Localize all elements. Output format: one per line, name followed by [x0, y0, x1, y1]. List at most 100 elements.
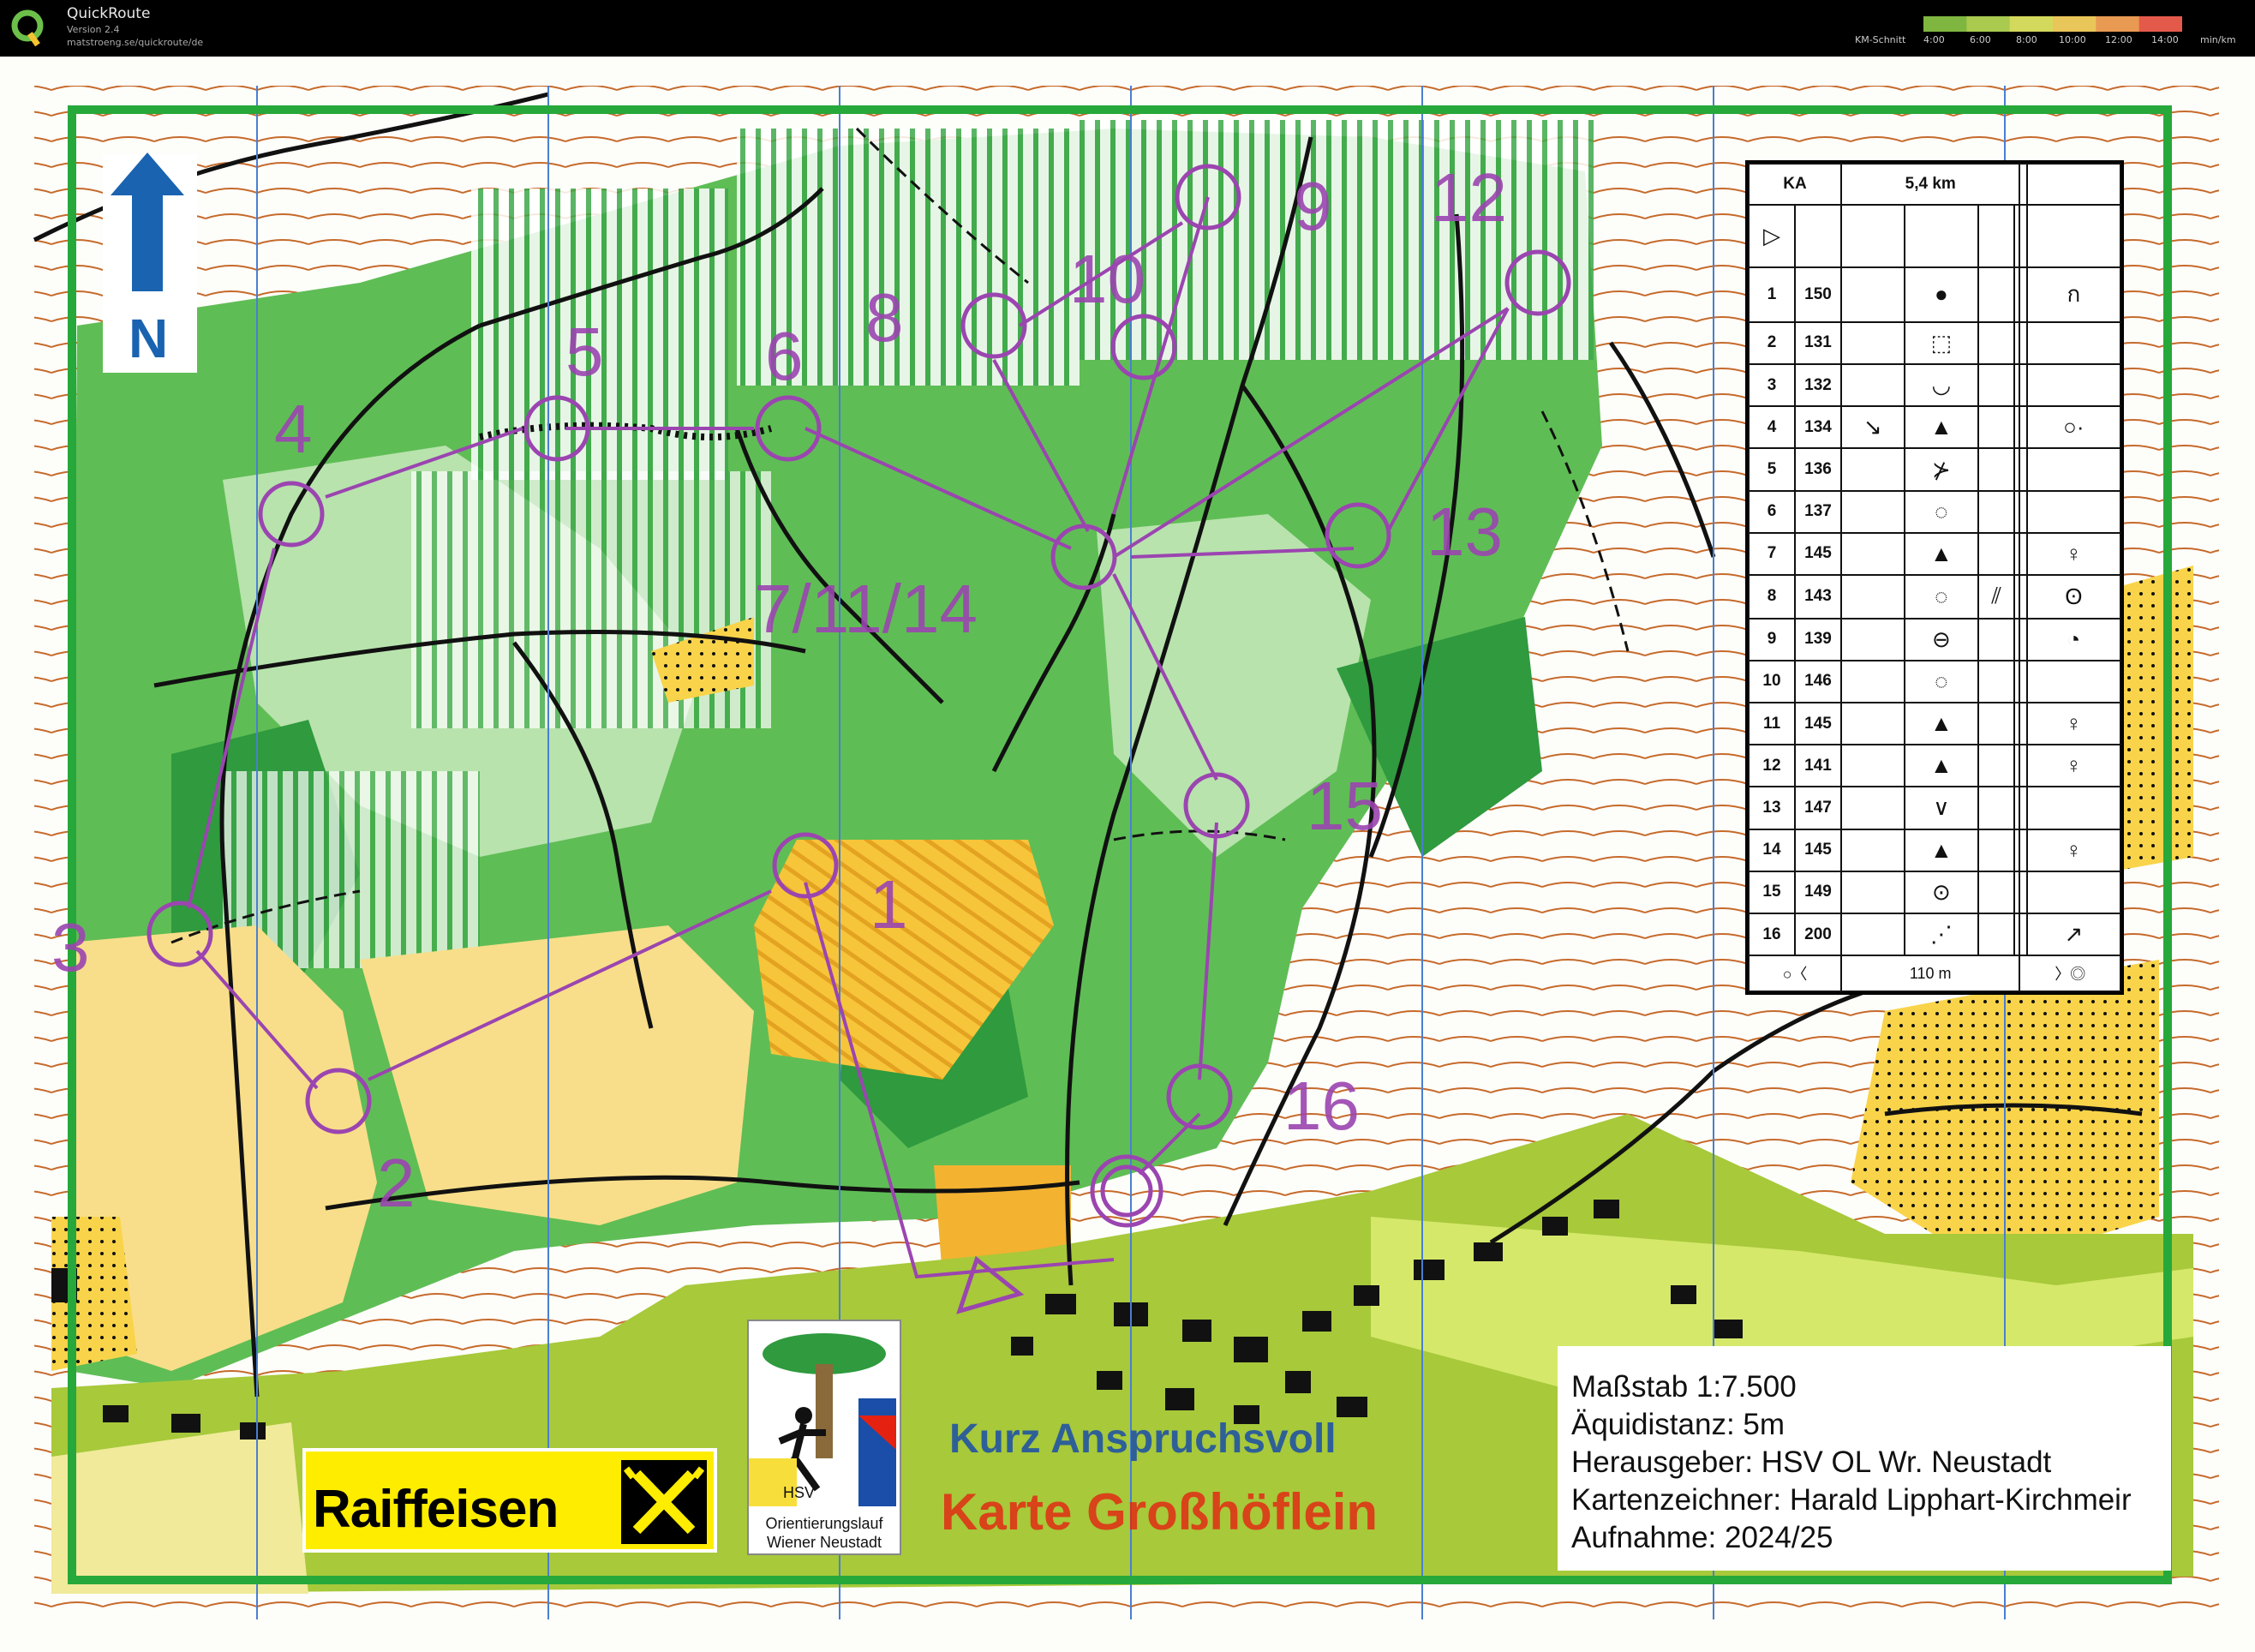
app-name: QuickRoute	[67, 5, 151, 22]
other-info	[2025, 659, 2122, 704]
club-name-line2: Wiener Neustadt	[766, 1534, 882, 1551]
legend-row: 4 134 ↘ ▲ ○·	[1748, 405, 2122, 450]
appearance	[1977, 912, 2016, 957]
which-feature	[1840, 363, 1905, 408]
legend-row: 8 143 ◌ ⫽ ʘ	[1748, 573, 2122, 620]
control-number: 6	[1748, 489, 1796, 534]
control-number: 5	[1748, 447, 1796, 492]
feature-symbol: ∨	[1903, 786, 1980, 830]
legend-row: 3 132 ◡	[1748, 363, 2122, 408]
pace-tick: 6:00	[1970, 34, 1991, 45]
other-info: ♀	[2025, 744, 2122, 788]
legend-row: 1 150 ● ก	[1748, 266, 2122, 323]
legend-finish-row: ○〈 110 m 〉◎	[1748, 955, 2121, 992]
location	[2019, 617, 2028, 661]
which-feature: ↘	[1840, 405, 1905, 450]
feature-symbol: ▲	[1903, 828, 1980, 872]
control-number-label: 6	[765, 318, 804, 394]
map-info-box: Maßstab 1:7.500 Äquidistanz: 5m Herausge…	[1558, 1346, 2171, 1571]
pace-tick: 8:00	[2016, 34, 2037, 45]
control-number: 4	[1748, 405, 1796, 450]
legend-row: 16 200 ⋰ ↗	[1748, 912, 2122, 957]
control-number-label: 15	[1307, 768, 1383, 844]
feature-symbol: ▲	[1903, 702, 1980, 746]
control-number-label: 10	[1069, 241, 1145, 317]
control-code: 137	[1794, 489, 1842, 534]
feature-symbol: ⊖	[1903, 617, 1980, 661]
which-feature	[1840, 447, 1905, 492]
pace-scale-unit: min/km	[2200, 34, 2236, 45]
other-info: ʘ	[2025, 573, 2122, 620]
control-number: 12	[1748, 744, 1796, 788]
control-code: 145	[1794, 531, 1842, 576]
location	[2019, 702, 2028, 746]
control-number-label: 9	[1294, 168, 1332, 244]
control-description-sheet: KA 5,4 km ▷ 1 150 ● ก 2 131 ⬚ 3 132 ◡ 4 134 ↘ ▲ ○· 5 136…	[1745, 160, 2124, 995]
location	[2019, 870, 2028, 914]
other-info: ♀	[2025, 531, 2122, 576]
feature-symbol: ⋰	[1903, 912, 1980, 957]
location	[2019, 363, 2028, 408]
legend-row: 13 147 ∨	[1748, 786, 2122, 830]
control-code: 132	[1794, 363, 1842, 408]
legend-row: 6 137 ◌	[1748, 489, 2122, 534]
control-number: 14	[1748, 828, 1796, 872]
which-feature	[1840, 912, 1905, 957]
which-feature	[1840, 659, 1905, 704]
app-version: Version 2.4	[67, 24, 120, 35]
which-feature	[1840, 828, 1905, 872]
other-info	[2025, 489, 2122, 534]
pace-color-segment	[2096, 16, 2140, 32]
location	[2019, 912, 2028, 957]
control-number: 15	[1748, 870, 1796, 914]
survey-year: Aufnahme: 2024/25	[1571, 1521, 1833, 1554]
appearance	[1977, 266, 2016, 323]
legend-row: 11 145 ▲ ♀	[1748, 702, 2122, 746]
app-url: matstroeng.se/quickroute/de	[67, 37, 204, 48]
control-number-label: 2	[377, 1145, 416, 1221]
which-feature	[1840, 489, 1905, 534]
feature-symbol: ⬚	[1903, 320, 1980, 366]
location	[2019, 744, 2028, 788]
control-number: 13	[1748, 786, 1796, 830]
control-code: 145	[1794, 828, 1842, 872]
control-number: 10	[1748, 659, 1796, 704]
control-number-label: 7/11/14	[754, 571, 978, 647]
control-number-label: 12	[1431, 159, 1507, 236]
control-number: 1	[1748, 266, 1796, 323]
feature-symbol: ◌	[1903, 573, 1980, 620]
control-number-label: 13	[1427, 494, 1503, 570]
course-name: Kurz Anspruchsvoll	[949, 1416, 1337, 1462]
quickroute-logo-icon	[11, 9, 44, 47]
control-code: 141	[1794, 744, 1842, 788]
club-name-line1: Orientierungslauf	[765, 1515, 883, 1532]
club-logo: HSV Orientierungslauf Wiener Neustadt	[747, 1320, 901, 1555]
which-feature	[1840, 320, 1905, 366]
legend-header-row: KA 5,4 km	[1748, 163, 2122, 206]
appearance	[1977, 531, 2016, 576]
control-number-label: 16	[1283, 1068, 1360, 1144]
feature-symbol: ◡	[1903, 363, 1980, 408]
appearance: ⫽	[1977, 573, 2016, 620]
appearance	[1977, 828, 2016, 872]
which-feature	[1840, 531, 1905, 576]
club-badge-text: HSV	[783, 1484, 815, 1501]
control-code: 143	[1794, 573, 1842, 620]
appearance	[1977, 659, 2016, 704]
pace-color-segment	[1923, 16, 1968, 32]
control-number: 2	[1748, 320, 1796, 366]
finish-right-icon: 〉◎	[2019, 955, 2121, 992]
location	[2019, 659, 2028, 704]
map-scale: Maßstab 1:7.500	[1571, 1370, 1797, 1404]
location	[2019, 320, 2028, 366]
pace-color-bar	[1923, 16, 2182, 32]
location	[2019, 447, 2028, 492]
legend-course-length: 5,4 km	[1839, 163, 2021, 206]
control-code: 134	[1794, 405, 1842, 450]
control-code: 200	[1794, 912, 1842, 957]
pace-color-segment	[2053, 16, 2097, 32]
feature-symbol: ◌	[1903, 489, 1980, 534]
control-number-label: 4	[274, 391, 313, 467]
appearance	[1977, 405, 2016, 450]
legend-row: 12 141 ▲ ♀	[1748, 744, 2122, 788]
